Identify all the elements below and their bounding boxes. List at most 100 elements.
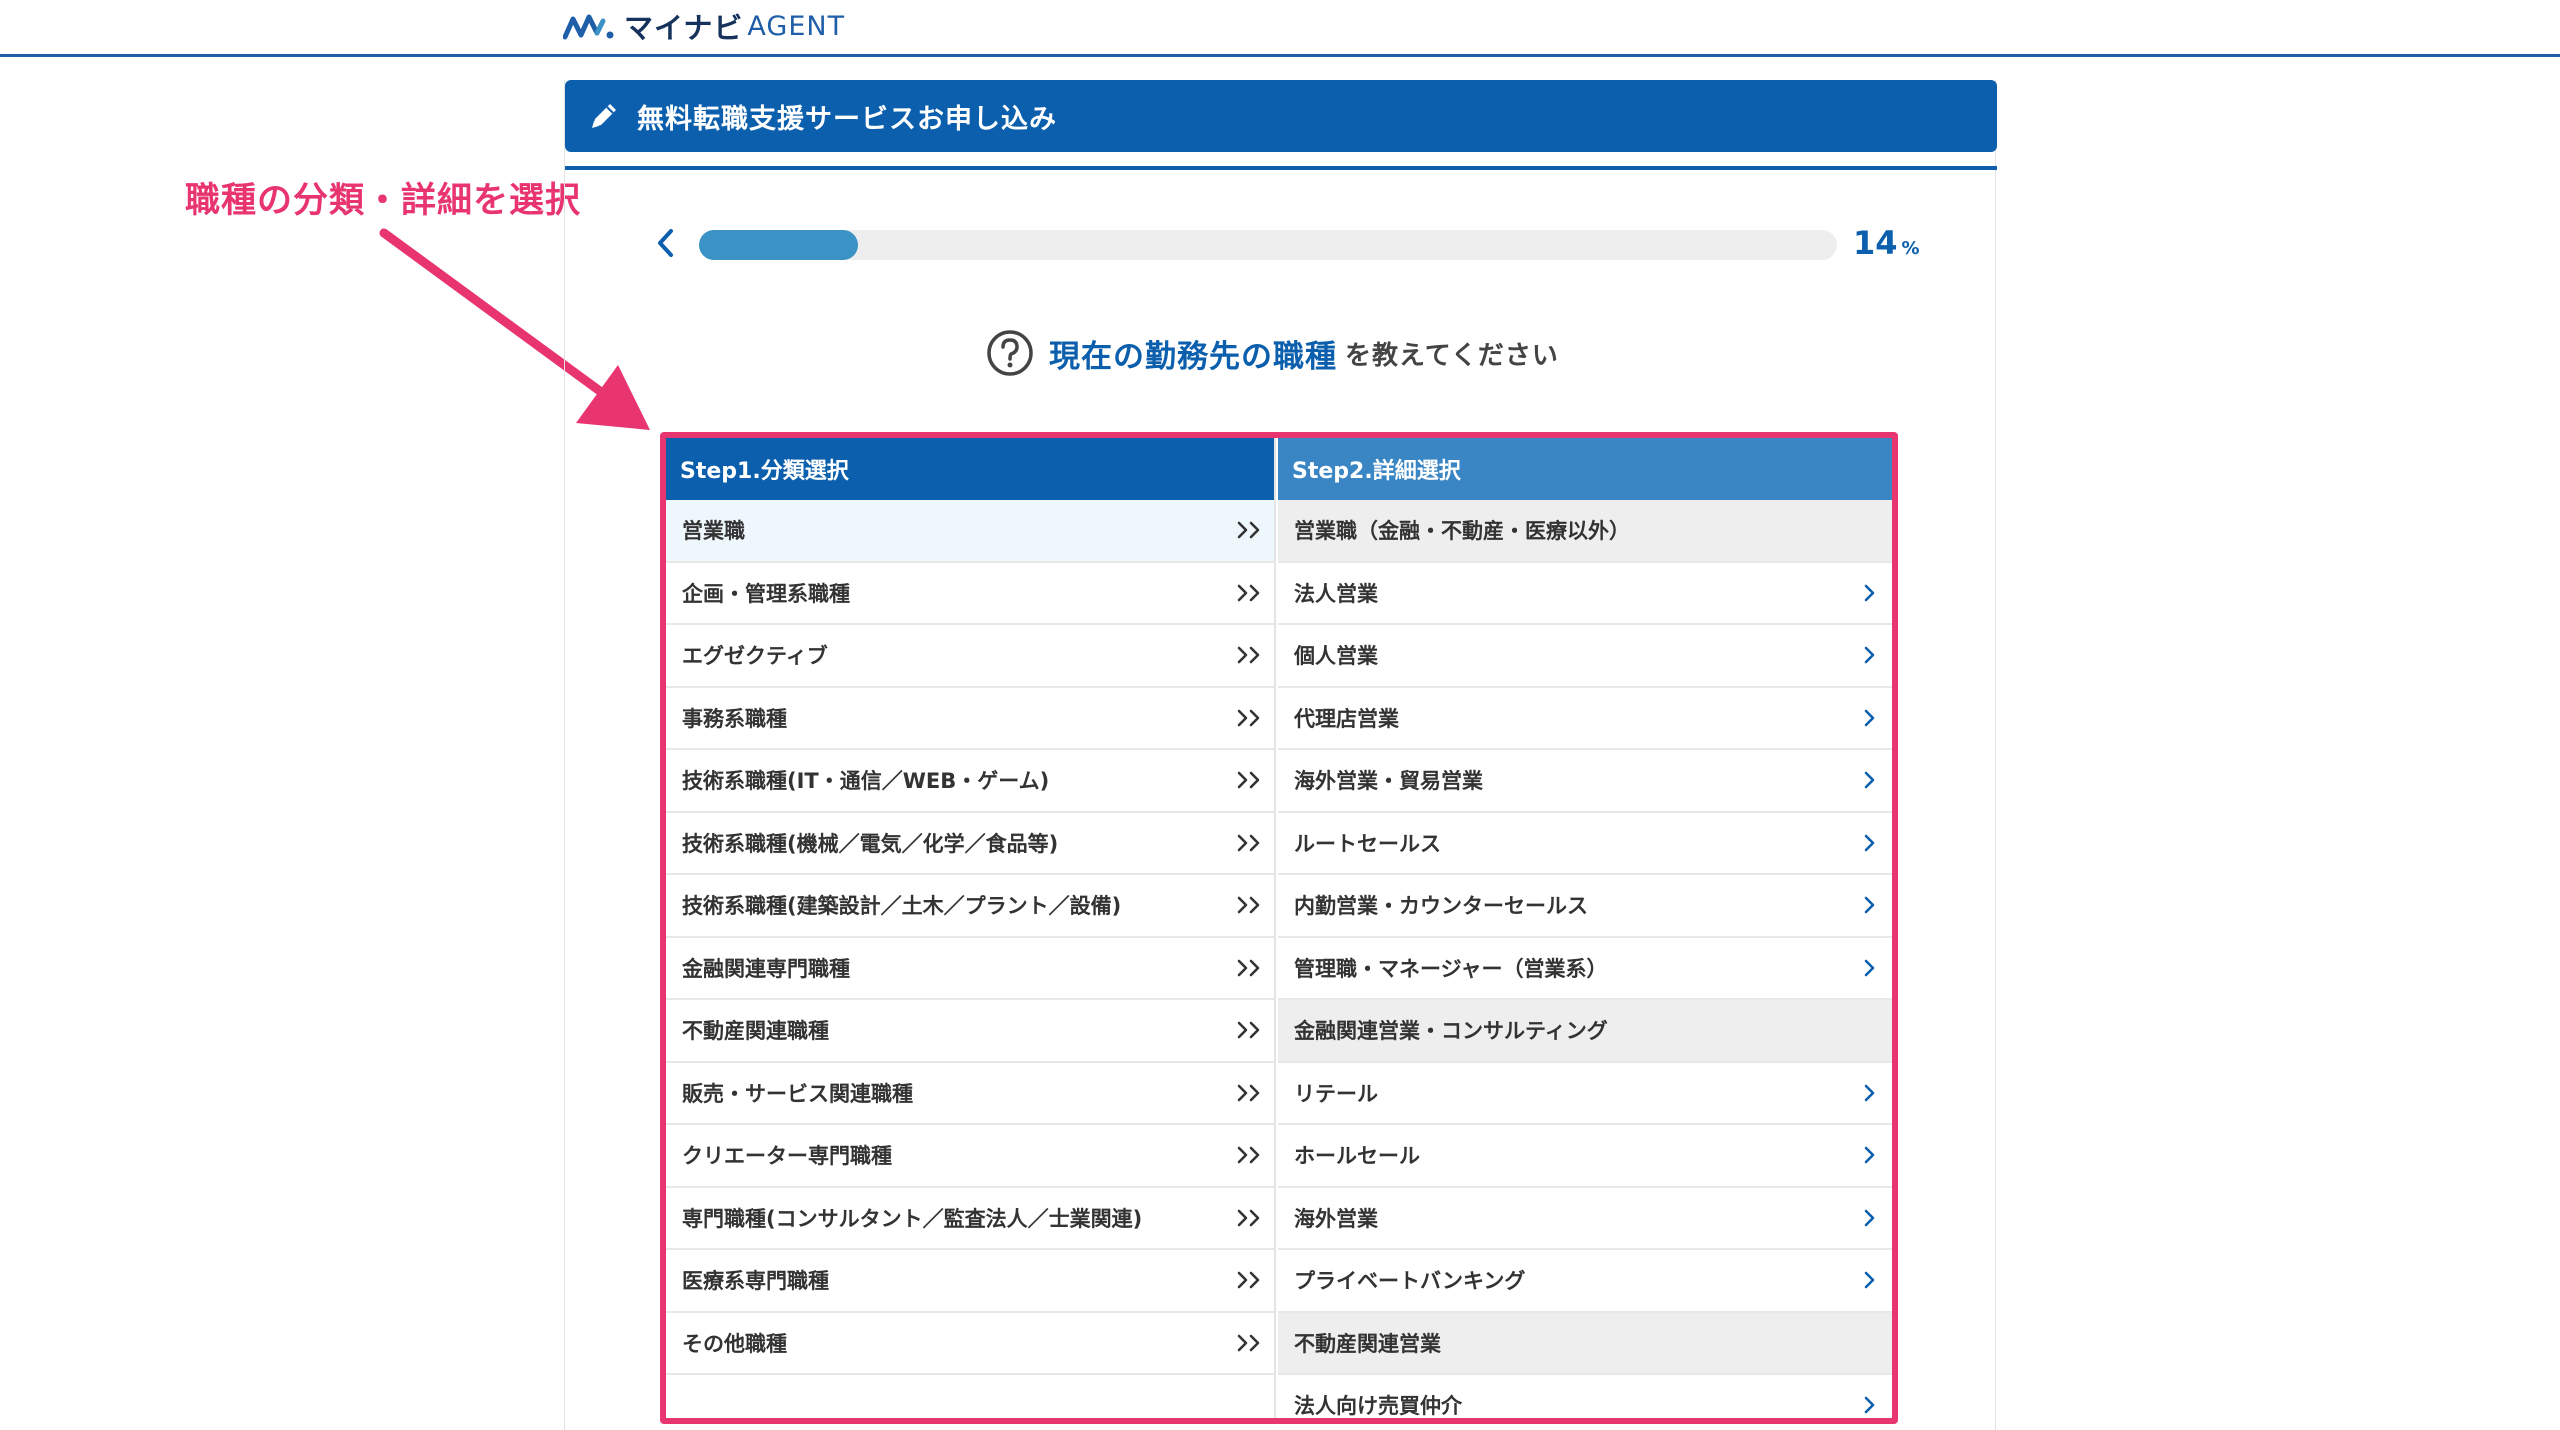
- detail-item-label: プライベートバンキング: [1294, 1269, 1526, 1294]
- detail-item[interactable]: ルートセールス: [1278, 813, 1892, 875]
- double-chevron-right-icon: [1237, 1146, 1260, 1164]
- mynavi-agent-logo[interactable]: マイナビ AGENT: [563, 6, 845, 46]
- detail-item[interactable]: 法人向け売買仲介: [1278, 1375, 1892, 1419]
- detail-item-label: 法人向け売買仲介: [1294, 1394, 1462, 1419]
- logo-text: マイナビ: [624, 11, 744, 45]
- form-title-bar: 無料転職支援サービスお申し込み: [565, 80, 1997, 152]
- logo-agent-text: AGENT: [747, 10, 846, 42]
- double-chevron-right-icon: [1237, 646, 1260, 664]
- category-item-label: 技術系職種(IT・通信／WEB・ゲーム): [682, 769, 1050, 794]
- question-heading: 現在の勤務先の職種 を教えてください: [985, 328, 1559, 378]
- category-item-label: 専門職種(コンサルタント／監査法人／士業関連): [682, 1206, 1143, 1231]
- double-chevron-right-icon: [1237, 834, 1260, 852]
- detail-item[interactable]: 管理職・マネージャー（営業系）: [1278, 938, 1892, 1000]
- chevron-right-icon: [1864, 959, 1875, 977]
- double-chevron-right-icon: [1237, 584, 1260, 602]
- progress-number: 14: [1853, 224, 1898, 262]
- category-item[interactable]: 企画・管理系職種: [666, 563, 1274, 625]
- step2-header: Step2.詳細選択: [1278, 438, 1892, 500]
- detail-item-label: 管理職・マネージャー（営業系）: [1294, 956, 1608, 981]
- category-item-label: 金融関連専門職種: [682, 956, 850, 981]
- chevron-right-icon: [1864, 896, 1875, 914]
- detail-item-label: 代理店営業: [1294, 706, 1399, 731]
- chevron-right-icon: [1864, 1209, 1875, 1227]
- site-header: マイナビ AGENT: [0, 0, 2560, 57]
- chevron-right-icon: [1864, 771, 1875, 789]
- question-mark-icon: [987, 330, 1033, 376]
- category-item[interactable]: 営業職: [666, 500, 1274, 563]
- category-item[interactable]: 技術系職種(IT・通信／WEB・ゲーム): [666, 750, 1274, 813]
- detail-item[interactable]: 法人営業: [1278, 563, 1892, 625]
- category-item-label: クリエーター専門職種: [682, 1144, 892, 1169]
- category-item[interactable]: 不動産関連職種: [666, 1000, 1274, 1063]
- step1-header: Step1.分類選択: [666, 438, 1274, 500]
- detail-item-label: 個人営業: [1294, 644, 1378, 669]
- category-item-label: 営業職: [682, 519, 745, 544]
- detail-item-label: 海外営業: [1294, 1206, 1378, 1231]
- pencil-icon: [592, 104, 616, 128]
- chevron-right-icon: [1864, 1146, 1875, 1164]
- double-chevron-right-icon: [1237, 1271, 1260, 1289]
- detail-item[interactable]: ホールセール: [1278, 1125, 1892, 1188]
- category-item[interactable]: その他職種: [666, 1313, 1274, 1375]
- chevron-right-icon: [1864, 1396, 1875, 1414]
- double-chevron-right-icon: [1237, 1021, 1260, 1039]
- chevron-right-icon: [1864, 834, 1875, 852]
- category-item[interactable]: エグゼクティブ: [666, 625, 1274, 688]
- double-chevron-right-icon: [1237, 1084, 1260, 1102]
- chevron-right-icon: [1864, 1271, 1875, 1289]
- question-emphasis: 現在の勤務先の職種: [1049, 338, 1337, 375]
- category-item[interactable]: 事務系職種: [666, 688, 1274, 750]
- category-item[interactable]: 販売・サービス関連職種: [666, 1063, 1274, 1125]
- category-item-label: エグゼクティブ: [682, 644, 828, 669]
- category-item-label: 技術系職種(建築設計／土木／プラント／設備): [682, 894, 1122, 919]
- detail-list: 営業職（金融・不動産・医療以外） 法人営業個人営業代理店営業海外営業・貿易営業ルー…: [1278, 500, 1892, 1419]
- chevron-right-icon: [1864, 1084, 1875, 1102]
- detail-item[interactable]: 海外営業: [1278, 1188, 1892, 1250]
- double-chevron-right-icon: [1237, 771, 1260, 789]
- category-item-label: 医療系専門職種: [682, 1269, 829, 1294]
- chevron-right-icon: [1864, 709, 1875, 727]
- category-item[interactable]: 技術系職種(建築設計／土木／プラント／設備): [666, 875, 1274, 938]
- detail-item-label: ルートセールス: [1294, 831, 1441, 856]
- job-type-selector: Step1.分類選択 営業職企画・管理系職種エグゼクティブ 事務系職種技術系職種(…: [660, 432, 1898, 1424]
- progress-bar: [699, 230, 1837, 260]
- detail-item[interactable]: 個人営業: [1278, 625, 1892, 688]
- detail-item-label: ホールセール: [1294, 1144, 1420, 1169]
- category-item[interactable]: 金融関連専門職種: [666, 938, 1274, 1000]
- category-column: Step1.分類選択 営業職企画・管理系職種エグゼクティブ 事務系職種技術系職種(…: [666, 438, 1276, 1418]
- detail-item[interactable]: 代理店営業: [1278, 688, 1892, 750]
- mynavi-logo-mark-icon: [563, 14, 614, 40]
- back-chevron-icon[interactable]: [651, 223, 681, 263]
- category-item-label: 事務系職種: [682, 706, 787, 731]
- detail-item[interactable]: 海外営業・貿易営業: [1278, 750, 1892, 813]
- title-divider: [565, 166, 1997, 170]
- detail-item[interactable]: リテール: [1278, 1063, 1892, 1125]
- annotation-label: 職種の分類・詳細を選択: [185, 181, 582, 221]
- detail-group-header: 営業職（金融・不動産・医療以外）: [1278, 500, 1892, 563]
- category-item[interactable]: 専門職種(コンサルタント／監査法人／士業関連): [666, 1188, 1274, 1250]
- category-item[interactable]: 技術系職種(機械／電気／化学／食品等): [666, 813, 1274, 875]
- category-item[interactable]: 医療系専門職種: [666, 1250, 1274, 1313]
- category-item-label: 不動産関連職種: [682, 1019, 829, 1044]
- progress-percentage: 14%: [1853, 224, 1920, 262]
- category-list-end: [666, 1375, 1274, 1418]
- detail-group-label: 金融関連営業・コンサルティング: [1294, 1019, 1608, 1044]
- progress-unit: %: [1901, 238, 1920, 259]
- detail-item-label: 法人営業: [1294, 581, 1378, 606]
- category-list: 営業職企画・管理系職種エグゼクティブ 事務系職種技術系職種(IT・通信／WEB・ゲ…: [666, 500, 1274, 1418]
- double-chevron-right-icon: [1237, 1334, 1260, 1352]
- chevron-right-icon: [1864, 584, 1875, 602]
- double-chevron-right-icon: [1237, 709, 1260, 727]
- form-title: 無料転職支援サービスお申し込み: [637, 103, 1057, 135]
- detail-item[interactable]: 内勤営業・カウンターセールス: [1278, 875, 1892, 938]
- double-chevron-right-icon: [1237, 896, 1260, 914]
- detail-group-header: 不動産関連営業: [1278, 1312, 1892, 1375]
- progress-bar-fill: [699, 230, 859, 260]
- detail-group-label: 不動産関連営業: [1294, 1331, 1441, 1356]
- detail-item[interactable]: プライベートバンキング: [1278, 1250, 1892, 1313]
- category-item[interactable]: クリエーター専門職種: [666, 1125, 1274, 1188]
- detail-group-header: 金融関連営業・コンサルティング: [1278, 1000, 1892, 1063]
- detail-item-label: リテール: [1294, 1081, 1378, 1106]
- double-chevron-right-icon: [1237, 959, 1260, 977]
